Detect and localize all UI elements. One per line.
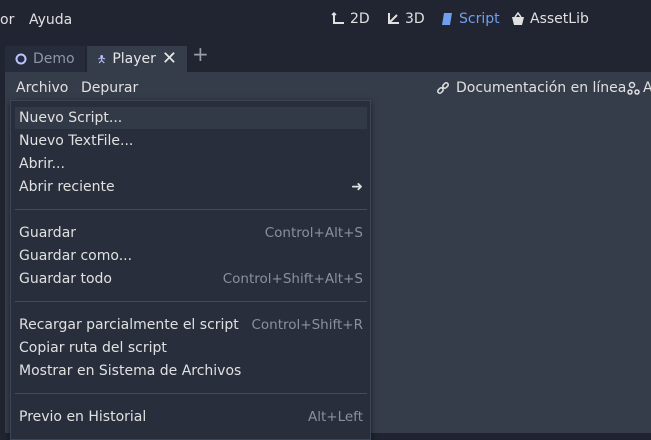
search-help-label: A: [643, 80, 651, 96]
add-tab-button[interactable]: +: [192, 44, 209, 64]
mode-script-button[interactable]: Script: [440, 11, 500, 27]
menu-item-save-all[interactable]: Guardar todo Control+Shift+Alt+S: [15, 268, 367, 290]
menu-item-shortcut: Control+Alt+S: [264, 225, 363, 241]
menu-item-shortcut: Alt+Left: [308, 409, 363, 425]
menu-item-new-textfile[interactable]: Nuevo TextFile...: [15, 130, 367, 152]
player-node-icon: [98, 55, 106, 64]
menu-item-shortcut: Control+Shift+Alt+S: [222, 271, 363, 287]
menu-archivo[interactable]: Archivo: [16, 80, 68, 96]
menu-separator: [15, 209, 367, 210]
menu-item-copy-path[interactable]: Copiar ruta del script: [15, 337, 367, 359]
online-docs-label: Documentación en línea: [456, 80, 627, 96]
menu-item-show-in-filesystem[interactable]: Mostrar en Sistema de Archivos: [15, 360, 367, 382]
menu-item-label: Nuevo TextFile...: [19, 133, 134, 149]
mode-script-label: Script: [459, 11, 500, 27]
menu-item-history-previous[interactable]: Previo en Historial Alt+Left: [15, 406, 367, 428]
menu-separator: [15, 393, 367, 394]
menu-item-open[interactable]: Abrir...: [15, 153, 367, 175]
tab-demo-label: Demo: [33, 51, 75, 67]
menu-item-label: Nuevo Script...: [19, 110, 123, 126]
scene-circle-icon: [15, 53, 27, 65]
tab-demo[interactable]: Demo: [5, 46, 85, 72]
mode-2d-button[interactable]: 2D: [331, 11, 370, 27]
menu-item-save[interactable]: Guardar Control+Alt+S: [15, 222, 367, 244]
2d-icon: [331, 12, 344, 24]
class-reference-icon: [627, 81, 640, 95]
menu-item-label: Abrir...: [19, 156, 65, 172]
menu-item-label: Previo en Historial: [19, 409, 147, 425]
menu-item-label: Recargar parcialmente el script: [19, 317, 239, 333]
mode-3d-button[interactable]: 3D: [386, 11, 425, 27]
search-help-button[interactable]: A: [627, 80, 651, 96]
menu-item-label: Guardar: [19, 225, 77, 241]
menu-item-save-as[interactable]: Guardar como...: [15, 245, 367, 267]
menu-item-label: Copiar ruta del script: [19, 340, 167, 356]
tab-player[interactable]: Player ✕: [87, 46, 187, 72]
submenu-arrow-icon: ➜: [351, 179, 363, 195]
mode-assetlib-label: AssetLib: [530, 11, 589, 27]
3d-icon: [388, 13, 399, 24]
top-bar: or Ayuda 2D 3D Script AssetLib: [0, 0, 651, 42]
menu-help[interactable]: Ayuda: [29, 12, 72, 28]
menu-item-label: Guardar como...: [19, 248, 133, 264]
assetlib-icon: [512, 12, 524, 25]
menu-item-soft-reload[interactable]: Recargar parcialmente el script Control+…: [15, 314, 367, 336]
scene-tab-bar: Demo Player ✕: [0, 42, 651, 72]
menu-separator: [15, 301, 367, 302]
menu-item-open-recent[interactable]: Abrir reciente ➜: [15, 176, 367, 198]
mode-assetlib-button[interactable]: AssetLib: [511, 11, 589, 27]
menu-depurar[interactable]: Depurar: [81, 80, 138, 96]
mode-3d-label: 3D: [405, 11, 425, 27]
menu-editor[interactable]: or: [0, 12, 14, 28]
script-icon: [442, 13, 452, 25]
menu-item-label: Abrir reciente: [19, 179, 115, 195]
mode-2d-label: 2D: [350, 11, 370, 27]
menu-item-label: Mostrar en Sistema de Archivos: [19, 363, 242, 379]
close-icon[interactable]: ✕: [162, 50, 177, 68]
online-docs-link[interactable]: Documentación en línea: [436, 80, 626, 96]
link-icon: [437, 82, 449, 94]
file-dropdown-menu: Nuevo Script... Nuevo TextFile... Abrir.…: [10, 100, 371, 440]
menu-item-shortcut: Control+Shift+R: [251, 317, 364, 333]
tab-player-label: Player: [112, 51, 156, 67]
menu-item-label: Guardar todo: [19, 271, 112, 287]
menu-item-new-script[interactable]: Nuevo Script...: [15, 107, 367, 129]
